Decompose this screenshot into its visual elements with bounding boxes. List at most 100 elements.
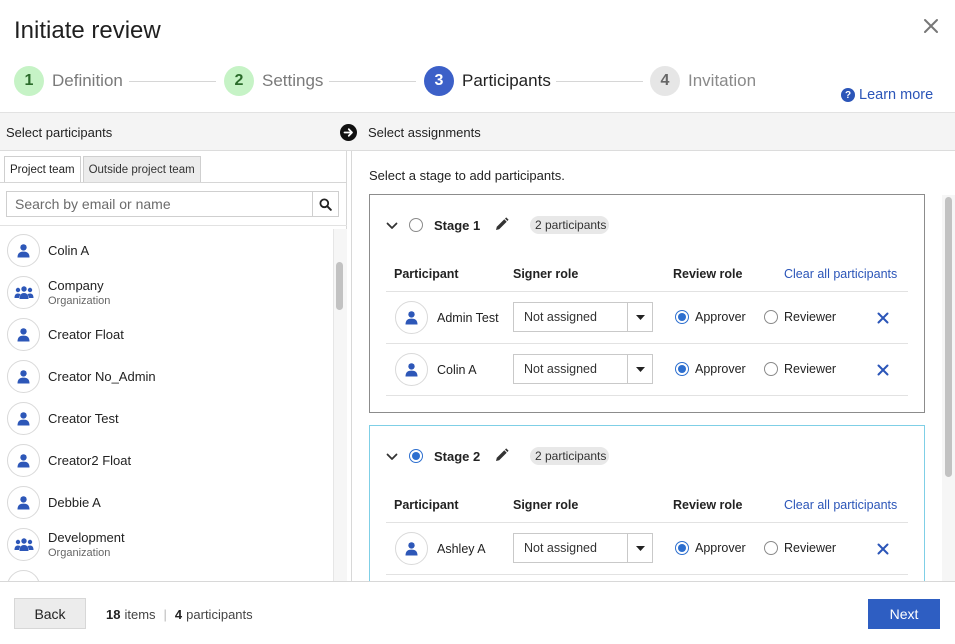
remove-icon[interactable]: [876, 363, 890, 377]
signer-role-value: Not assigned: [524, 541, 597, 555]
list-item[interactable]: Company Organization: [0, 271, 332, 313]
next-button[interactable]: Next: [868, 599, 940, 629]
stage-card[interactable]: Stage 2 2 participants Participant Signe…: [369, 425, 925, 581]
back-button[interactable]: Back: [14, 598, 86, 629]
pencil-icon[interactable]: [494, 217, 509, 232]
pencil-icon[interactable]: [494, 448, 509, 463]
person-icon: [395, 532, 428, 565]
approver-radio[interactable]: Approver: [675, 362, 746, 376]
assignments-scroll-thumb[interactable]: [945, 197, 952, 477]
selection-summary: 18 items | 4 participants: [106, 607, 253, 622]
radio-button[interactable]: [764, 362, 778, 376]
participant-name: Creator Test: [48, 410, 119, 426]
row-divider: [386, 574, 908, 575]
step-label: Settings: [262, 71, 324, 90]
clear-all-participants-link[interactable]: Clear all participants: [784, 267, 897, 281]
dialog-footer: Back 18 items | 4 participants Next: [0, 581, 955, 644]
participant-list: Colin A Company Organization Creator Flo…: [0, 229, 332, 581]
reviewer-radio[interactable]: Reviewer: [764, 541, 836, 555]
close-icon[interactable]: [918, 14, 944, 38]
list-item[interactable]: Creator2 Float: [0, 439, 332, 481]
person-icon: [7, 485, 40, 519]
chevron-down-icon[interactable]: [386, 222, 398, 230]
radio-button[interactable]: [764, 541, 778, 555]
arrow-right-icon: [340, 124, 357, 141]
person-icon: [7, 233, 40, 267]
stage-hint: Select a stage to add participants.: [369, 168, 565, 183]
step-settings[interactable]: 2 Settings: [224, 66, 323, 96]
column-header-signer-role: Signer role: [513, 267, 579, 281]
tab-project-team[interactable]: Project team: [4, 156, 81, 183]
select-assignments-heading: Select assignments: [368, 125, 481, 140]
tabs-divider: [0, 182, 347, 183]
participant-name-block: Development Organization: [48, 530, 125, 559]
participants-count: 4: [174, 607, 183, 622]
caret-down-icon: [627, 303, 652, 331]
caret-down-icon: [627, 355, 652, 383]
radio-button[interactable]: [675, 310, 689, 324]
step-invitation[interactable]: 4 Invitation: [650, 66, 756, 96]
summary-separator: |: [163, 607, 167, 622]
reviewer-radio[interactable]: Reviewer: [764, 310, 836, 324]
remove-icon[interactable]: [876, 542, 890, 556]
step-number: 3: [424, 66, 454, 96]
signer-role-select[interactable]: Not assigned: [513, 533, 653, 563]
approver-label: Approver: [695, 362, 746, 376]
search-input[interactable]: [7, 192, 312, 216]
search-icon[interactable]: [312, 192, 338, 216]
approver-radio[interactable]: Approver: [675, 541, 746, 555]
list-item[interactable]: Creator No_Admin: [0, 355, 332, 397]
list-item[interactable]: Colin A: [0, 229, 332, 271]
group-icon: [7, 275, 40, 309]
signer-role-select[interactable]: Not assigned: [513, 302, 653, 332]
participant-list-scroll-thumb[interactable]: [336, 262, 343, 310]
step-participants[interactable]: 3 Participants: [424, 66, 551, 96]
search-box: [6, 191, 339, 217]
list-item[interactable]: Creator Test: [0, 397, 332, 439]
stage-card[interactable]: Stage 1 2 participants Participant Signe…: [369, 194, 925, 413]
approver-label: Approver: [695, 310, 746, 324]
participant-count-badge: 2 participants: [530, 447, 610, 465]
step-connector: [129, 81, 216, 82]
list-item[interactable]: Development Organization: [0, 523, 332, 565]
person-icon: [7, 359, 40, 393]
step-connector: [329, 81, 416, 82]
stage-title: Stage 1: [434, 218, 481, 233]
column-header-review-role: Review role: [673, 498, 743, 512]
caret-down-icon: [627, 534, 652, 562]
stage-select-radio[interactable]: [409, 218, 423, 232]
list-item[interactable]: Debbie A: [0, 481, 332, 523]
clear-all-participants-link[interactable]: Clear all participants: [784, 498, 897, 512]
group-icon: [7, 527, 40, 561]
person-icon: [7, 569, 40, 581]
radio-button[interactable]: [675, 541, 689, 555]
stage-select-radio[interactable]: [409, 449, 423, 463]
chevron-down-icon[interactable]: [386, 453, 398, 461]
radio-button[interactable]: [675, 362, 689, 376]
step-definition[interactable]: 1 Definition: [14, 66, 123, 96]
radio-button[interactable]: [764, 310, 778, 324]
approver-radio[interactable]: Approver: [675, 310, 746, 324]
signer-role-value: Not assigned: [524, 310, 597, 324]
column-header-signer-role: Signer role: [513, 498, 579, 512]
items-count: 18: [106, 607, 121, 622]
remove-icon[interactable]: [876, 311, 890, 325]
person-icon: [7, 317, 40, 351]
participant-name: Development: [48, 529, 125, 545]
participant-name: Company: [48, 277, 104, 293]
tab-outside-project-team[interactable]: Outside project team: [82, 156, 201, 183]
list-item[interactable]: [0, 565, 332, 581]
row-divider: [386, 395, 908, 396]
signer-role-select[interactable]: Not assigned: [513, 354, 653, 384]
list-item[interactable]: Creator Float: [0, 313, 332, 355]
person-icon: [395, 301, 428, 334]
participants-label: participants: [186, 607, 253, 622]
learn-more-label: Learn more: [859, 87, 934, 103]
assignments-pane: Select a stage to add participants. Stag…: [352, 151, 955, 581]
learn-more-link[interactable]: ? Learn more: [841, 87, 933, 103]
step-label: Participants: [462, 71, 551, 90]
dialog-title: Initiate review: [14, 17, 161, 44]
participant-name: Creator2 Float: [48, 452, 132, 468]
reviewer-radio[interactable]: Reviewer: [764, 362, 836, 376]
assigned-participant-name: Admin Test: [437, 311, 499, 325]
